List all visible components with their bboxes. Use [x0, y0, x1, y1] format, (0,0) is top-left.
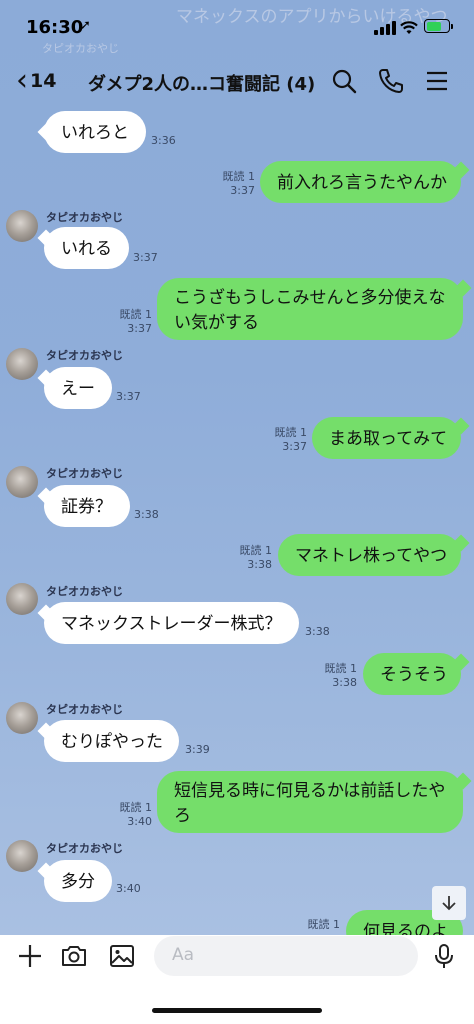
notification-ghost-sender: タピオカおやじ: [42, 42, 119, 55]
message-time: 3:37: [127, 322, 152, 335]
sender-name: タピオカおやじ: [46, 211, 123, 224]
status-time: 16:30: [26, 17, 84, 38]
message-bubble-outgoing[interactable]: 短信見る時に何見るかは前話したやろ: [157, 771, 463, 833]
battery-icon: [424, 19, 450, 33]
status-bar: マネックスのアプリからいけるやつ タピオカおやじ 16:30 ➚: [0, 0, 474, 55]
message-time: 3:40: [116, 882, 141, 895]
message-time: 3:38: [134, 508, 159, 521]
home-indicator: [152, 1008, 322, 1013]
message-input-placeholder: Aa: [172, 945, 195, 965]
menu-icon[interactable]: [424, 67, 452, 95]
message-bubble-incoming[interactable]: いれる: [44, 227, 129, 269]
chat-header: ‹ 14 ダメプ2人の…コ奮闘記 (4): [0, 58, 474, 104]
message-time: 3:40: [127, 815, 152, 828]
read-receipt: 既読 1: [239, 544, 273, 557]
message-bubble-outgoing[interactable]: そうそう: [363, 653, 461, 695]
avatar[interactable]: [6, 840, 38, 872]
message-bubble-incoming[interactable]: むりぽやった: [44, 720, 179, 762]
avatar[interactable]: [6, 583, 38, 615]
avatar[interactable]: [6, 210, 38, 242]
sender-name: タピオカおやじ: [46, 703, 123, 716]
avatar[interactable]: [6, 466, 38, 498]
message-time: 3:36: [151, 134, 176, 147]
sender-name: タピオカおやじ: [46, 349, 123, 362]
sender-name: タピオカおやじ: [46, 585, 123, 598]
cellular-signal-icon: [374, 21, 396, 35]
read-receipt: 既読 1: [119, 308, 153, 321]
message-time: 3:38: [332, 676, 357, 689]
message-time: 3:38: [305, 625, 330, 638]
sender-name: タピオカおやじ: [46, 467, 123, 480]
message-bubble-outgoing[interactable]: こうざもうしこみせんと多分使えない気がする: [157, 278, 463, 340]
message-bubble-incoming[interactable]: 多分: [44, 860, 112, 902]
message-time: 3:37: [116, 390, 141, 403]
camera-icon[interactable]: [60, 942, 88, 970]
message-bubble-incoming[interactable]: マネックストレーダー株式？: [44, 602, 299, 644]
unread-count: 14: [30, 70, 57, 92]
message-bubble-incoming[interactable]: いれろと: [44, 111, 146, 153]
message-time: 3:39: [185, 743, 210, 756]
message-bubble-outgoing[interactable]: マネトレ株ってやつ: [278, 534, 461, 576]
plus-icon[interactable]: [16, 942, 44, 970]
sender-name: タピオカおやじ: [46, 842, 123, 855]
message-time: 3:38: [247, 558, 272, 571]
location-icon: ➚: [80, 18, 91, 33]
message-bubble-incoming[interactable]: えー: [44, 367, 112, 409]
read-receipt: 既読 1: [324, 662, 358, 675]
scroll-to-bottom-button[interactable]: [432, 886, 466, 920]
message-bubble-outgoing[interactable]: まあ取ってみて: [312, 417, 461, 459]
read-receipt: 既読 1: [307, 918, 341, 931]
back-button[interactable]: ‹ 14: [16, 66, 56, 96]
arrow-down-icon: [442, 896, 456, 911]
message-bubble-outgoing[interactable]: 前入れろ言うたやんか: [260, 161, 461, 203]
phone-icon[interactable]: [377, 67, 405, 95]
avatar[interactable]: [6, 702, 38, 734]
message-time: 3:37: [230, 184, 255, 197]
wifi-icon: [400, 21, 418, 34]
read-receipt: 既読 1: [222, 170, 256, 183]
message-time: 3:37: [282, 440, 307, 453]
read-receipt: 既読 1: [274, 426, 308, 439]
image-icon[interactable]: [108, 942, 136, 970]
search-icon[interactable]: [330, 67, 358, 95]
avatar[interactable]: [6, 348, 38, 380]
chat-title[interactable]: ダメプ2人の…コ奮闘記 (4): [88, 70, 315, 96]
message-bubble-incoming[interactable]: 証券？: [44, 485, 130, 527]
message-time: 3:37: [133, 251, 158, 264]
chevron-left-icon: ‹: [16, 63, 28, 98]
read-receipt: 既読 1: [119, 801, 153, 814]
mic-icon[interactable]: [430, 942, 458, 970]
